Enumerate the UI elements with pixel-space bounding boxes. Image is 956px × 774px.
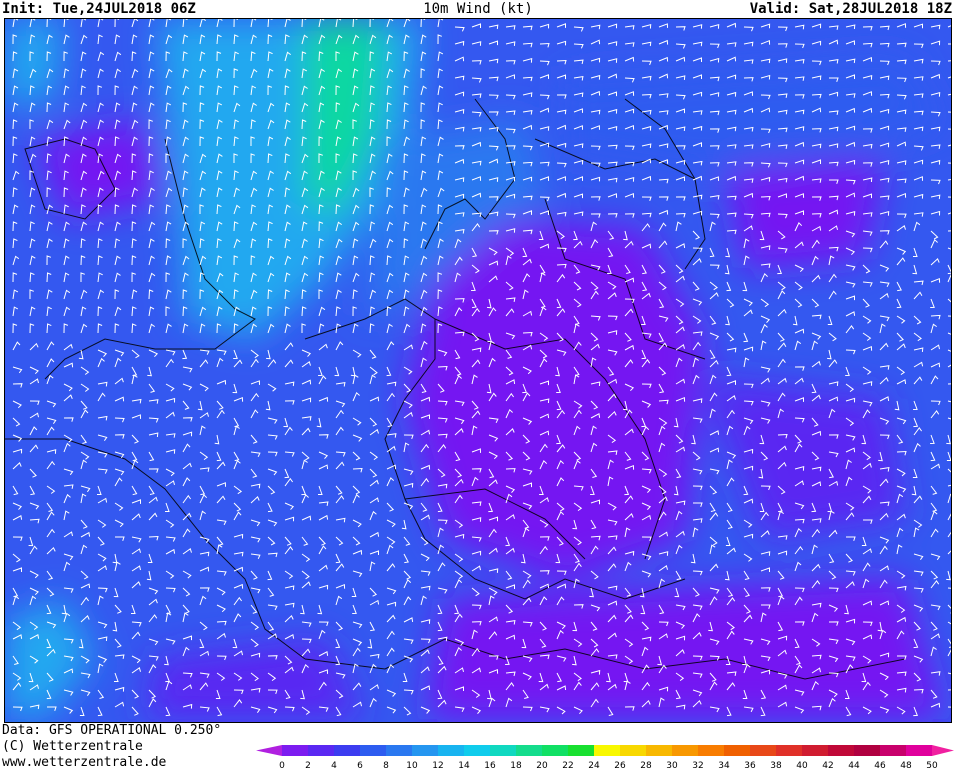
valid-time: Valid: Sat,28JUL2018 18Z	[749, 1, 952, 17]
legend-label: 4	[331, 761, 337, 770]
legend-swatch	[464, 745, 490, 756]
legend-label: 0	[279, 761, 285, 770]
legend-swatch	[906, 745, 932, 756]
legend-label: 48	[900, 761, 912, 770]
legend-label: 2	[305, 761, 311, 770]
calm-area-south	[425, 579, 945, 719]
legend-swatch	[282, 745, 308, 756]
legend-swatch	[880, 745, 906, 756]
legend-label: 30	[666, 761, 678, 770]
legend-label: 24	[588, 761, 600, 770]
legend-label: 14	[458, 761, 470, 770]
legend-label: 28	[640, 761, 652, 770]
legend-label: 8	[383, 761, 389, 770]
legend-swatch	[516, 745, 542, 756]
footer-credits: Data: GFS OPERATIONAL 0.250° (C) Wetterz…	[2, 723, 221, 771]
legend-label: 34	[718, 761, 730, 770]
legend-label: 20	[536, 761, 548, 770]
legend-swatch	[490, 745, 516, 756]
calm-area-east	[405, 219, 705, 579]
legend-swatch	[438, 745, 464, 756]
legend-swatch	[594, 745, 620, 756]
legend-swatch	[360, 745, 386, 756]
legend-swatch	[620, 745, 646, 756]
legend-label: 38	[770, 761, 782, 770]
legend-label: 22	[562, 761, 573, 770]
legend-label: 32	[692, 761, 703, 770]
legend-swatch	[828, 745, 854, 756]
legend-label: 18	[510, 761, 522, 770]
data-source: Data: GFS OPERATIONAL 0.250°	[2, 723, 222, 738]
legend-label: 10	[406, 761, 418, 770]
legend-label: 6	[357, 761, 363, 770]
legend-label: 26	[614, 761, 626, 770]
legend-label: 36	[744, 761, 756, 770]
color-legend: 0 2 4 6 8 10 12 14 16 18 20 22 24 26 28 30 32 34 36 38 40 42 4…	[256, 742, 956, 771]
legend-swatch	[542, 745, 568, 756]
legend-arrow-right	[932, 745, 954, 756]
map-header: Init: Tue,24JUL2018 06Z 10m Wind (kt) Va…	[0, 0, 956, 18]
legend-swatch	[646, 745, 672, 756]
legend-arrow-left	[256, 745, 282, 756]
legend-label: 50	[926, 761, 938, 770]
legend-label: 46	[874, 761, 886, 770]
copyright: (C) Wetterzentrale	[2, 739, 143, 754]
legend-swatch	[386, 745, 412, 756]
legend-label: 42	[822, 761, 833, 770]
legend-swatch	[672, 745, 698, 756]
legend-label: 44	[848, 761, 860, 770]
legend-swatch	[568, 745, 594, 756]
legend-swatch	[802, 745, 828, 756]
legend-label: 40	[796, 761, 808, 770]
legend-label: 16	[484, 761, 496, 770]
legend-swatch	[412, 745, 438, 756]
legend-swatch	[724, 745, 750, 756]
legend-swatch	[776, 745, 802, 756]
legend-swatch	[698, 745, 724, 756]
wind-map	[4, 18, 952, 723]
legend-swatch	[854, 745, 880, 756]
legend-swatch	[308, 745, 334, 756]
legend-label: 12	[432, 761, 443, 770]
legend-swatch	[750, 745, 776, 756]
website-url: www.wetterzentrale.de	[2, 755, 167, 770]
legend-swatch	[334, 745, 360, 756]
